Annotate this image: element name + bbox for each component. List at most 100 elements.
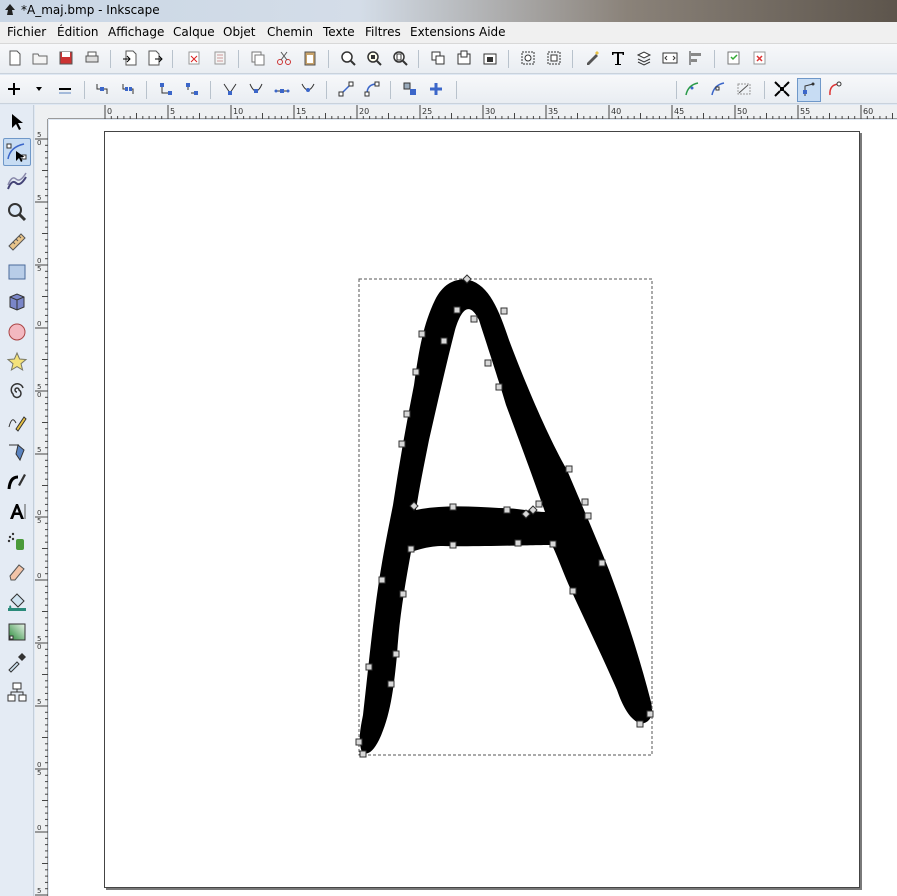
path-node[interactable]	[449, 503, 457, 511]
duplicate-button[interactable]	[248, 48, 268, 68]
measure-tool[interactable]	[3, 228, 31, 256]
paste-button[interactable]	[300, 48, 320, 68]
node-tool[interactable]	[3, 138, 31, 166]
path-node[interactable]	[514, 539, 522, 547]
auto-smooth-node-button[interactable]	[298, 79, 318, 99]
import-button[interactable]	[120, 48, 140, 68]
vacuum-defs-button[interactable]	[210, 48, 230, 68]
symmetric-node-button[interactable]	[272, 79, 292, 99]
connector-tool[interactable]	[3, 678, 31, 706]
box3d-tool[interactable]	[3, 288, 31, 316]
gradient-tool[interactable]	[3, 618, 31, 646]
calligraphy-tool[interactable]	[3, 468, 31, 496]
new-document-button[interactable]	[5, 48, 25, 68]
menu-objet[interactable]: Objet	[223, 25, 255, 39]
path-node[interactable]	[484, 359, 492, 367]
print-button[interactable]	[82, 48, 102, 68]
delete-node-button[interactable]	[55, 79, 75, 99]
align-distribute-button[interactable]	[686, 48, 706, 68]
ellipse-tool[interactable]	[3, 318, 31, 346]
join-segment-button[interactable]	[156, 79, 176, 99]
path-node[interactable]	[392, 650, 400, 658]
make-curve-button[interactable]	[362, 79, 382, 99]
menu-filtres[interactable]: Filtres	[365, 25, 401, 39]
path-node[interactable]	[418, 330, 426, 338]
clone-button[interactable]	[428, 48, 448, 68]
path-node[interactable]	[598, 559, 606, 567]
pen-tool[interactable]	[3, 438, 31, 466]
text-font-button[interactable]	[608, 48, 628, 68]
spray-tool[interactable]	[3, 528, 31, 556]
path-node[interactable]	[399, 590, 407, 598]
object-to-path-button[interactable]	[400, 79, 420, 99]
cusp-node-button[interactable]	[220, 79, 240, 99]
clippath-edit-button[interactable]	[708, 79, 728, 99]
menu-chemin[interactable]: Chemin	[267, 25, 313, 39]
vertical-ruler[interactable]: 5 0 5 0 5 0 5 0 5 0 5 0 5 0 5 0 5 0 5	[35, 119, 48, 896]
path-node[interactable]	[387, 680, 395, 688]
path-node[interactable]	[359, 750, 367, 758]
path-node[interactable]	[365, 663, 373, 671]
menu-aide[interactable]: Aide	[479, 25, 506, 39]
cut-button[interactable]	[274, 48, 294, 68]
zoom-page-button[interactable]	[390, 48, 410, 68]
menu-edition[interactable]: Édition	[57, 25, 99, 39]
unlink-clone-button[interactable]	[454, 48, 474, 68]
path-node[interactable]	[378, 576, 386, 584]
path-node[interactable]	[398, 440, 406, 448]
pencil-tool[interactable]	[3, 408, 31, 436]
selector-tool[interactable]	[3, 108, 31, 136]
dropper-tool[interactable]	[3, 648, 31, 676]
path-node[interactable]	[584, 512, 592, 520]
rect-tool[interactable]	[3, 258, 31, 286]
horizontal-ruler[interactable]: 0 5 10 15 20 25 30 35 40 45 50 55 60	[48, 105, 897, 119]
path-node[interactable]	[500, 307, 508, 315]
letter-a-path[interactable]	[359, 279, 653, 754]
export-button[interactable]	[145, 48, 165, 68]
path-node[interactable]	[569, 587, 577, 595]
zoom-drawing-button[interactable]	[364, 48, 384, 68]
path-node[interactable]	[636, 720, 644, 728]
path-node[interactable]	[449, 541, 457, 549]
path-node[interactable]	[535, 500, 543, 508]
path-node[interactable]	[407, 545, 415, 553]
show-transform-handles-button[interactable]	[772, 79, 792, 99]
group-button[interactable]	[518, 48, 538, 68]
fill-stroke-button[interactable]	[582, 48, 602, 68]
path-node[interactable]	[453, 306, 461, 314]
path-node[interactable]	[470, 315, 478, 323]
path-node[interactable]	[581, 498, 589, 506]
path-node[interactable]	[440, 337, 448, 345]
menu-texte[interactable]: Texte	[323, 25, 355, 39]
zoom-tool[interactable]	[3, 198, 31, 226]
save-button[interactable]	[56, 48, 76, 68]
make-line-button[interactable]	[336, 79, 356, 99]
drawing-canvas[interactable]	[49, 120, 897, 896]
path-node[interactable]	[355, 738, 363, 746]
open-button[interactable]	[30, 48, 50, 68]
text-tool[interactable]	[3, 498, 31, 526]
star-tool[interactable]	[3, 348, 31, 376]
path-node[interactable]	[495, 383, 503, 391]
insert-node-button[interactable]	[4, 79, 24, 99]
next-path-effect-button[interactable]	[682, 79, 702, 99]
xml-editor-button[interactable]	[660, 48, 680, 68]
ungroup-button[interactable]	[544, 48, 564, 68]
path-node[interactable]	[646, 710, 654, 718]
show-handles-toggle[interactable]	[797, 78, 821, 102]
eraser-tool[interactable]	[3, 558, 31, 586]
bucket-tool[interactable]	[3, 588, 31, 616]
select-original-button[interactable]	[480, 48, 500, 68]
path-node[interactable]	[503, 506, 511, 514]
document-properties-button[interactable]	[750, 48, 770, 68]
menu-affichage[interactable]: Affichage	[108, 25, 164, 39]
path-node[interactable]	[403, 410, 411, 418]
smooth-node-button[interactable]	[246, 79, 266, 99]
show-path-outline-button[interactable]	[825, 79, 845, 99]
preferences-button[interactable]	[724, 48, 744, 68]
path-node[interactable]	[412, 368, 420, 376]
mask-edit-button[interactable]	[734, 79, 754, 99]
insert-node-dropdown[interactable]	[29, 79, 49, 99]
path-node[interactable]	[549, 540, 557, 548]
menu-fichier[interactable]: Fichier	[7, 25, 46, 39]
